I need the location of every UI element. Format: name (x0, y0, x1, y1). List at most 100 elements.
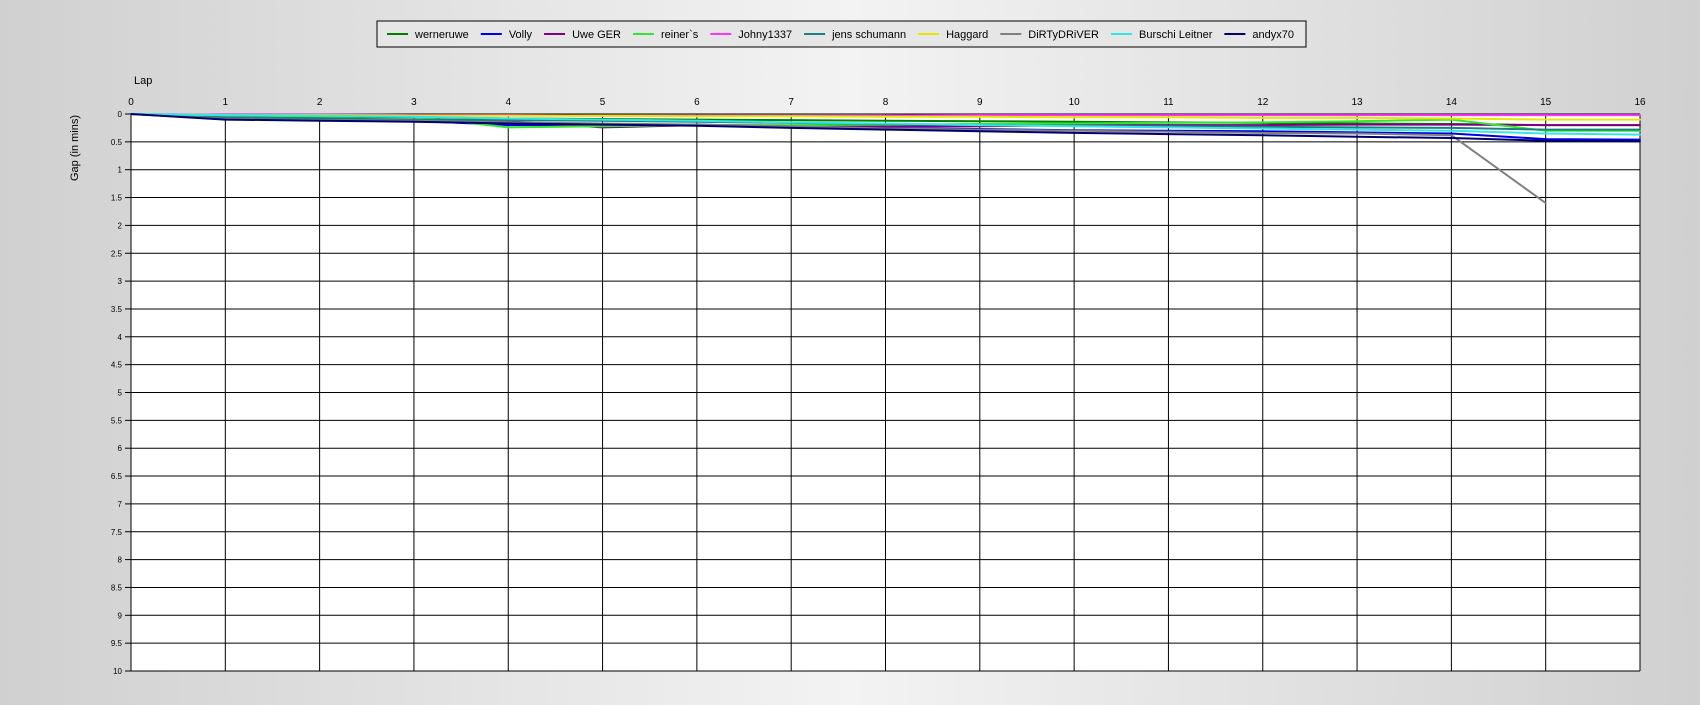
y-tick-label: 6.5 (111, 472, 123, 481)
data-point-andyx70 (1073, 132, 1075, 134)
x-axis-title: Lap (134, 75, 152, 87)
x-tick-label: 6 (694, 97, 700, 108)
data-point-reiner-s (1356, 120, 1358, 123)
data-point-haggard (978, 115, 981, 118)
data-point-uwe-ger (1356, 123, 1358, 126)
data-point-haggard (1167, 116, 1170, 119)
x-tick-label: 12 (1257, 97, 1269, 108)
y-tick-label: 9.5 (111, 639, 123, 648)
lap-gap-chart: werneruwe Volly Uwe GER reiner`s Johny1337 je… (69, 20, 1646, 676)
y-tick-label: 2 (118, 221, 123, 230)
chart-root: werneruwe Volly Uwe GER reiner`s Johny1337 je… (0, 0, 1700, 700)
data-point-haggard (884, 115, 887, 118)
data-point-dirtydriver (978, 128, 981, 131)
legend-label-reiner-s: reiner`s (661, 29, 699, 41)
legend-label-dirtydriver: DiRTyDRiVER (1028, 29, 1099, 41)
y-tick-label: 4.5 (111, 361, 123, 370)
legend-label-johny1337: Johny1337 (738, 29, 792, 41)
data-point-haggard (1356, 117, 1358, 119)
legend-label-haggard: Haggard (946, 29, 988, 41)
data-point-burschi-leitner (1167, 126, 1170, 129)
data-point-burschi-leitner (413, 115, 415, 118)
data-point-haggard (1639, 118, 1641, 121)
x-tick-label: 9 (977, 97, 983, 108)
y-tick-label: 10 (113, 667, 122, 676)
data-point-reiner-s (601, 125, 604, 128)
data-point-burschi-leitner (790, 121, 793, 124)
data-point-werneruwe (978, 120, 981, 123)
data-point-andyx70 (224, 118, 227, 121)
data-point-haggard (790, 115, 793, 118)
data-point-uwe-ger (1544, 124, 1547, 126)
x-tick-label: 1 (223, 97, 229, 108)
data-point-jens-schumann (224, 116, 227, 119)
data-point-haggard (1450, 117, 1453, 120)
x-tick-label: 5 (600, 97, 606, 108)
data-point-reiner-s (507, 126, 510, 129)
data-point-andyx70 (1261, 134, 1264, 137)
x-tick-label: 11 (1163, 97, 1174, 108)
data-point-andyx70 (318, 119, 321, 122)
x-tick-label: 4 (505, 97, 511, 108)
data-point-burschi-leitner (1261, 127, 1264, 130)
legend-label-jens-schumann: jens schumann (831, 29, 906, 41)
data-point-haggard (1544, 118, 1547, 121)
x-tick-label: 3 (411, 97, 417, 108)
data-point-burschi-leitner (1073, 125, 1075, 128)
data-point-dirtydriver (1450, 134, 1453, 137)
data-point-jens-schumann (1261, 125, 1264, 128)
data-point-burschi-leitner (884, 122, 887, 125)
legend-label-volly: Volly (509, 29, 533, 41)
data-point-dirtydriver (1261, 132, 1264, 134)
data-point-haggard (1261, 117, 1264, 119)
legend-label-werneruwe: werneruwe (414, 29, 469, 41)
data-point-johny1337 (1544, 114, 1547, 116)
data-point-andyx70 (696, 124, 698, 127)
data-point-dirtydriver (1356, 132, 1358, 135)
data-point-haggard (696, 115, 698, 118)
data-point-reiner-s (1167, 122, 1170, 124)
y-tick-label: 7.5 (111, 528, 123, 537)
data-point-burschi-leitner (1356, 128, 1358, 131)
data-point-burschi-leitner (1450, 129, 1453, 132)
data-point-burschi-leitner (601, 118, 604, 121)
data-point-haggard (601, 114, 604, 117)
data-point-andyx70 (978, 130, 981, 133)
y-tick-label: 7 (118, 500, 123, 509)
data-point-volly (1450, 132, 1453, 135)
y-tick-label: 3.5 (111, 305, 123, 314)
x-tick-label: 7 (788, 97, 794, 108)
data-point-burschi-leitner (224, 114, 227, 116)
y-tick-label: 1 (118, 166, 123, 175)
x-tick-label: 8 (883, 97, 889, 108)
data-point-andyx70 (1544, 139, 1547, 142)
data-point-johny1337 (1261, 114, 1264, 116)
data-point-johny1337 (1356, 114, 1358, 116)
data-point-andyx70 (1356, 135, 1358, 138)
data-point-dirtydriver (1544, 202, 1547, 205)
y-tick-label: 9 (118, 611, 123, 620)
data-point-johny1337 (1639, 114, 1641, 116)
data-point-volly (1639, 138, 1641, 141)
legend-label-uwe-ger: Uwe GER (572, 29, 621, 41)
data-point-jens-schumann (1356, 126, 1358, 129)
data-point-uwe-ger (1261, 124, 1264, 126)
grid (125, 113, 1641, 672)
data-point-werneruwe (1073, 120, 1075, 123)
y-tick-label: 6 (118, 444, 123, 453)
x-tick-label: 0 (128, 97, 134, 108)
data-point-johny1337 (1450, 114, 1453, 116)
data-point-jens-schumann (1639, 128, 1641, 131)
x-tick-label: 2 (317, 97, 323, 108)
data-point-reiner-s (1073, 122, 1075, 125)
y-tick-label: 0.5 (111, 138, 123, 147)
data-point-dirtydriver (1073, 129, 1075, 132)
data-point-burschi-leitner (978, 124, 981, 126)
data-point-burschi-leitner (507, 117, 510, 120)
y-tick-label: 1.5 (111, 194, 123, 203)
data-point-reiner-s (1261, 121, 1264, 124)
data-point-uwe-ger (1639, 124, 1641, 126)
data-point-johny1337 (1073, 114, 1075, 116)
data-point-dirtydriver (1167, 130, 1170, 133)
legend: werneruwe Volly Uwe GER reiner`s Johny1337 je… (376, 20, 1307, 48)
